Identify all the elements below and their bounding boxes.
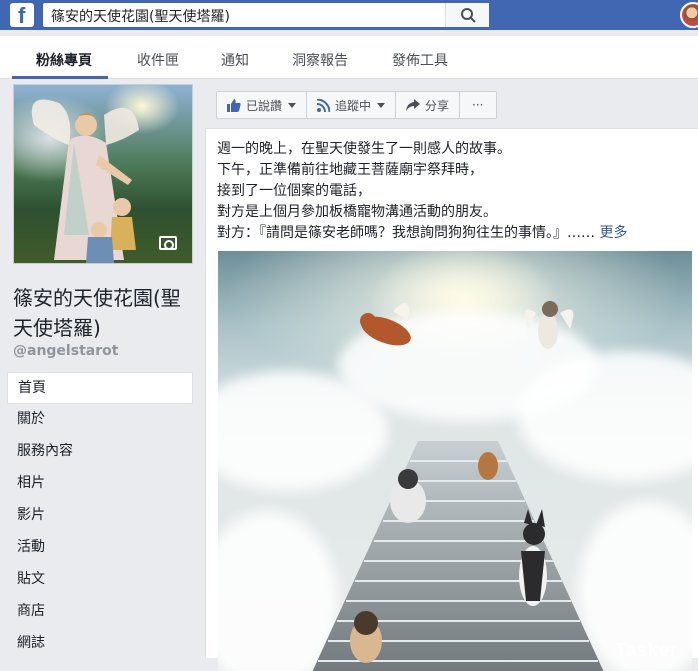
sidebar-item-videos[interactable]: 影片 [7, 500, 193, 532]
see-more-link[interactable]: 更多 [599, 225, 627, 241]
sidebar-item-events[interactable]: 活動 [7, 532, 193, 564]
top-navigation-bar: f 篠安的天使花園(聖天使塔羅) [0, 0, 698, 30]
sidebar-item-posts[interactable]: 貼文 [7, 564, 193, 596]
liked-label: 已說讚 [246, 98, 283, 113]
post-line: 接到了一位個案的電話， [217, 183, 371, 199]
search-button[interactable] [445, 3, 489, 27]
thumbs-up-icon [227, 98, 241, 112]
profile-avatar[interactable] [680, 2, 698, 28]
post-line: 對方是上個月參加板橋寵物溝通活動的朋友。 [217, 204, 497, 220]
sidebar-item-home[interactable]: 首頁 [7, 372, 193, 404]
post-line: 對方：『請問是篠安老師嗎？我想詢問狗狗往生的事情。』…… [217, 225, 595, 241]
page-tab-bar: 粉絲專頁 收件匣 通知 洞察報告 發佈工具 [0, 36, 698, 79]
sidebar-item-photos[interactable]: 相片 [7, 468, 193, 500]
post-message: 週一的晚上，在聖天使發生了一則感人的故事。 下午，正準備前往地藏王菩薩廟宇祭拜時… [217, 139, 627, 244]
search-input[interactable]: 篠安的天使花園(聖天使塔羅) [43, 3, 489, 27]
update-photo-camera-icon[interactable] [159, 236, 177, 250]
photo-watermark: Tasker [615, 640, 678, 660]
post-card: 週一的晚上，在聖天使發生了一則感人的故事。 下午，正準備前往地藏王菩薩廟宇祭拜時… [205, 128, 698, 671]
chevron-down-icon [288, 102, 297, 108]
sidebar-item-notes[interactable]: 網誌 [7, 628, 193, 660]
post-line: 下午，正準備前往地藏王菩薩廟宇祭拜時， [217, 162, 483, 178]
following-button[interactable]: 追蹤中 [307, 91, 397, 119]
following-label: 追蹤中 [335, 98, 372, 113]
sidebar-item-services[interactable]: 服務內容 [7, 436, 193, 468]
tab-insights[interactable]: 洞察報告 [292, 50, 348, 70]
page-title[interactable]: 篠安的天使花園(聖 天使塔羅) [13, 283, 198, 343]
dogs-illustration [350, 301, 574, 663]
more-options-icon: ··· [472, 98, 484, 112]
active-tab-indicator [12, 76, 108, 79]
share-arrow-icon [406, 99, 421, 111]
facebook-logo-icon[interactable]: f [10, 3, 34, 28]
tab-page[interactable]: 粉絲專頁 [36, 50, 92, 70]
sidebar-item-about[interactable]: 關於 [7, 404, 193, 436]
page-action-buttons: 已說讚 追蹤中 分享 ··· [216, 91, 497, 119]
search-query[interactable]: 篠安的天使花園(聖天使塔羅) [51, 6, 230, 26]
share-button[interactable]: 分享 [396, 91, 461, 119]
page-title-line-1: 篠安的天使花園(聖 [13, 286, 181, 310]
more-options-button[interactable]: ··· [460, 91, 497, 119]
post-line: 週一的晚上，在聖天使發生了一則感人的故事。 [217, 141, 511, 157]
liked-button[interactable]: 已說讚 [216, 91, 308, 119]
sidebar-item-shop[interactable]: 商店 [7, 596, 193, 628]
tab-notifications[interactable]: 通知 [221, 50, 249, 70]
page-sidebar-nav: 首頁 關於 服務內容 相片 影片 活動 貼文 商店 網誌 [7, 372, 193, 660]
page-username[interactable]: @angelstarot [13, 343, 118, 359]
post-photo[interactable]: Tasker [218, 251, 692, 671]
search-icon [461, 8, 476, 23]
share-label: 分享 [425, 98, 450, 113]
tab-publishing-tools[interactable]: 發佈工具 [392, 50, 448, 70]
chevron-down-icon [377, 102, 386, 108]
rss-feed-icon [317, 98, 331, 112]
tab-inbox[interactable]: 收件匣 [137, 50, 179, 70]
page-title-line-2: 天使塔羅) [13, 316, 101, 340]
